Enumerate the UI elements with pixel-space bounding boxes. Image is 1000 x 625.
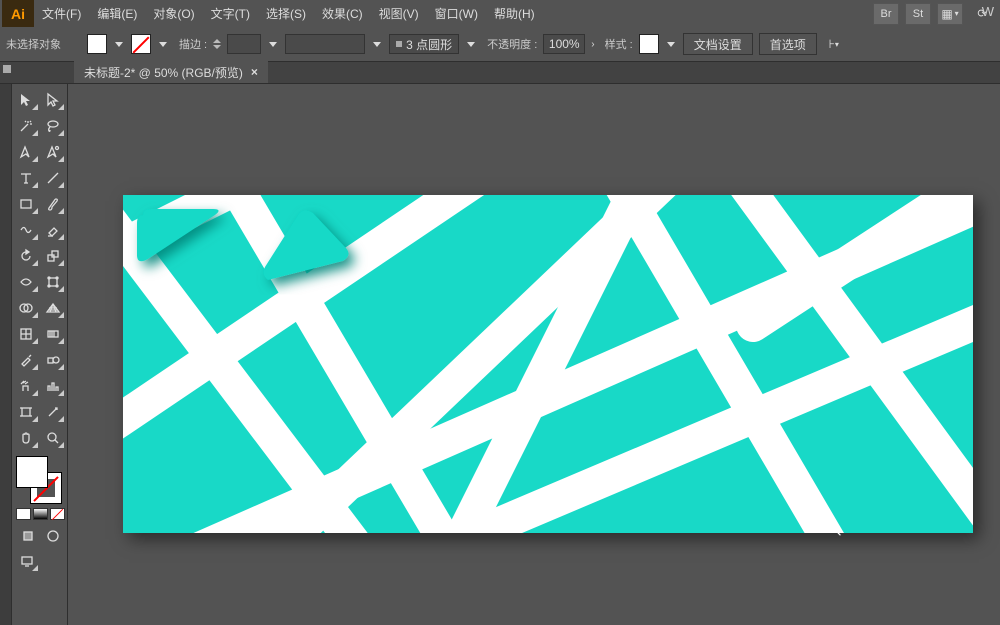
control-bar: 未选择对象 描边 : 3 点圆形 不透明度 : 100% › 样式 : 文档设置… bbox=[0, 27, 1000, 62]
selection-status: 未选择对象 bbox=[6, 36, 61, 52]
eyedropper-tool[interactable] bbox=[14, 348, 39, 371]
draw-normal-mode[interactable] bbox=[16, 524, 40, 547]
width-tool[interactable] bbox=[14, 270, 39, 293]
shaper-tool[interactable] bbox=[14, 218, 39, 241]
zoom-tool[interactable] bbox=[41, 426, 66, 449]
stroke-weight-dropdown[interactable] bbox=[267, 34, 279, 54]
magic-wand-tool[interactable] bbox=[14, 114, 39, 137]
fill-color-box[interactable] bbox=[16, 456, 48, 488]
document-tab-title: 未标题-2* @ 50% (RGB/预览) bbox=[84, 64, 243, 81]
stroke-swatch[interactable] bbox=[131, 34, 151, 54]
app-logo: Ai bbox=[2, 0, 34, 27]
toolbox-collapse-strip[interactable] bbox=[0, 84, 12, 625]
menu-window[interactable]: 窗口(W) bbox=[427, 0, 486, 27]
stock-icon[interactable]: St bbox=[905, 3, 931, 25]
rectangle-tool[interactable] bbox=[14, 192, 39, 215]
brush-definition-label: 3 点圆形 bbox=[406, 36, 452, 53]
menu-object[interactable]: 对象(O) bbox=[145, 0, 202, 27]
menu-file[interactable]: 文件(F) bbox=[34, 0, 89, 27]
shape-builder-tool[interactable] bbox=[14, 296, 39, 319]
color-mode-solid[interactable] bbox=[16, 508, 31, 520]
column-graph-tool[interactable] bbox=[41, 374, 66, 397]
canvas-area[interactable]: ↖ bbox=[68, 84, 1000, 625]
fill-dropdown[interactable] bbox=[113, 34, 125, 54]
selection-tool[interactable] bbox=[14, 88, 39, 111]
align-panel-icon[interactable]: ⊦▾ bbox=[823, 33, 845, 55]
rotate-tool[interactable] bbox=[14, 244, 39, 267]
stroke-dropdown[interactable] bbox=[157, 34, 169, 54]
menu-edit[interactable]: 编辑(E) bbox=[89, 0, 145, 27]
arrange-docs-icon[interactable]: ▦▾ bbox=[937, 3, 963, 25]
hand-tool[interactable] bbox=[14, 426, 39, 449]
lasso-tool[interactable] bbox=[41, 114, 66, 137]
screen-mode[interactable] bbox=[14, 549, 39, 572]
document-setup-button[interactable]: 文档设置 bbox=[683, 33, 753, 55]
blend-tool[interactable] bbox=[41, 348, 66, 371]
eraser-tool[interactable] bbox=[41, 218, 66, 241]
toolbox bbox=[12, 84, 68, 625]
perspective-grid-tool[interactable] bbox=[41, 296, 66, 319]
menu-view[interactable]: 视图(V) bbox=[371, 0, 427, 27]
style-dropdown[interactable] bbox=[665, 34, 677, 54]
var-width-dropdown[interactable] bbox=[371, 34, 383, 54]
artboard-tool[interactable] bbox=[14, 400, 39, 423]
curvature-tool[interactable] bbox=[41, 140, 66, 163]
menu-bar: Ai 文件(F) 编辑(E) 对象(O) 文字(T) 选择(S) 效果(C) 视… bbox=[0, 0, 1000, 27]
document-tab-close[interactable]: × bbox=[251, 65, 258, 79]
brush-dot-icon bbox=[396, 41, 402, 47]
fill-stroke-indicator[interactable] bbox=[14, 456, 64, 504]
pen-tool[interactable] bbox=[14, 140, 39, 163]
var-width-profile[interactable] bbox=[285, 34, 365, 54]
free-transform-tool[interactable] bbox=[41, 270, 66, 293]
gradient-tool[interactable] bbox=[41, 322, 66, 345]
stroke-label: 描边 : bbox=[179, 36, 207, 52]
mesh-tool[interactable] bbox=[14, 322, 39, 345]
style-swatch[interactable] bbox=[639, 34, 659, 54]
workspace: ↖ bbox=[0, 84, 1000, 625]
color-mode-gradient[interactable] bbox=[33, 508, 48, 520]
right-corner-letter: W bbox=[982, 4, 994, 19]
document-tab-strip: 未标题-2* @ 50% (RGB/预览) × bbox=[0, 62, 1000, 84]
stroke-weight-field[interactable] bbox=[227, 34, 261, 54]
stroke-weight-down[interactable] bbox=[213, 45, 221, 49]
preferences-button[interactable]: 首选项 bbox=[759, 33, 817, 55]
draw-behind-mode[interactable] bbox=[42, 524, 66, 547]
opacity-menu-icon[interactable]: › bbox=[591, 39, 594, 50]
artboard[interactable]: ↖ bbox=[123, 195, 973, 533]
stroke-weight-up[interactable] bbox=[213, 39, 221, 43]
scale-tool[interactable] bbox=[41, 244, 66, 267]
menu-type[interactable]: 文字(T) bbox=[203, 0, 258, 27]
paintbrush-tool[interactable] bbox=[41, 192, 66, 215]
opacity-field[interactable]: 100% bbox=[543, 34, 585, 54]
brush-definition[interactable]: 3 点圆形 bbox=[389, 34, 459, 54]
document-tab[interactable]: 未标题-2* @ 50% (RGB/预览) × bbox=[74, 61, 268, 83]
line-segment-tool[interactable] bbox=[41, 166, 66, 189]
type-tool[interactable] bbox=[14, 166, 39, 189]
slice-tool[interactable] bbox=[41, 400, 66, 423]
menu-effect[interactable]: 效果(C) bbox=[314, 0, 371, 27]
brush-dropdown[interactable] bbox=[465, 34, 477, 54]
color-mode-none[interactable] bbox=[50, 508, 65, 520]
direct-selection-tool[interactable] bbox=[41, 88, 66, 111]
menu-select[interactable]: 选择(S) bbox=[258, 0, 314, 27]
opacity-label: 不透明度 : bbox=[487, 36, 537, 52]
tabstrip-handle-icon[interactable] bbox=[3, 65, 11, 73]
bridge-icon[interactable]: Br bbox=[873, 3, 899, 25]
fill-swatch[interactable] bbox=[87, 34, 107, 54]
symbol-sprayer-tool[interactable] bbox=[14, 374, 39, 397]
color-mode-row bbox=[14, 508, 65, 520]
menu-help[interactable]: 帮助(H) bbox=[486, 0, 543, 27]
style-label: 样式 : bbox=[605, 36, 633, 52]
